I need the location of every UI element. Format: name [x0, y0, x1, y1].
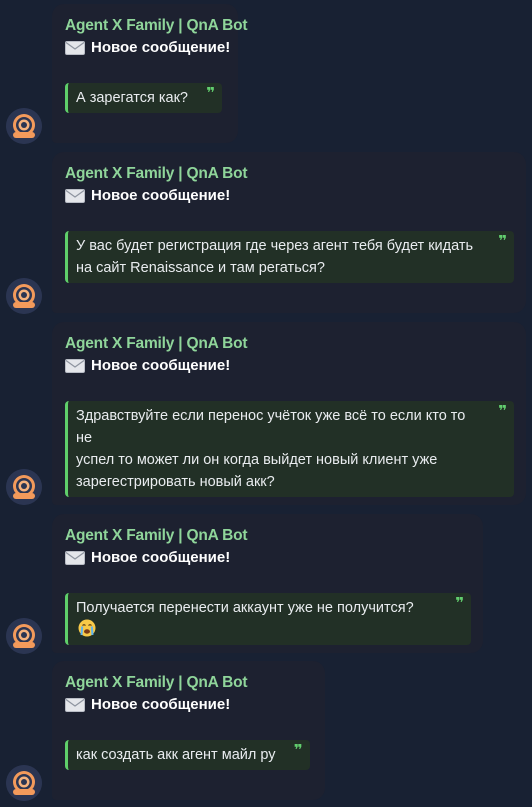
- sender-name[interactable]: Agent X Family | QnA Bot: [65, 15, 248, 36]
- quote-line: Здравствуйте если перенос учёток уже всё…: [76, 408, 466, 446]
- quote-line: на сайт Renaissance и там регаться?: [76, 260, 325, 276]
- quote-mark-icon: ❞: [498, 403, 507, 420]
- quote-line: зарегестрировать новый акк?: [76, 474, 275, 490]
- message-bubble[interactable]: Agent X Family | QnA Bot Новое сообщение…: [52, 661, 325, 800]
- quote-line: успел то может ли он когда выйдет новый …: [76, 452, 438, 468]
- message-header: Новое сообщение!: [65, 547, 471, 568]
- message-bubble[interactable]: Agent X Family | QnA Bot Новое сообщение…: [52, 4, 248, 143]
- quote-text: А зарегатся как?: [76, 90, 188, 106]
- bot-avatar-icon[interactable]: [6, 618, 42, 654]
- envelope-icon: [65, 697, 85, 712]
- quote-line: У вас будет регистрация где через агент …: [76, 238, 474, 254]
- quote-mark-icon: ❞: [498, 233, 507, 250]
- quote-text: как создать акк агент майл ру: [76, 747, 276, 763]
- envelope-icon: [65, 188, 85, 203]
- loudly-crying-face-emoji: [78, 619, 96, 637]
- message-bubble[interactable]: Agent X Family | QnA Bot Новое сообщение…: [52, 322, 526, 505]
- reply-quote[interactable]: А зарегатся как? ❞: [65, 83, 222, 113]
- sender-name[interactable]: Agent X Family | QnA Bot: [65, 163, 514, 184]
- header-text: Новое сообщение!: [91, 357, 231, 374]
- quote-mark-icon: ❞: [455, 595, 464, 612]
- message-header: Новое сообщение!: [65, 355, 514, 376]
- message-header: Новое сообщение!: [65, 37, 230, 58]
- reply-quote[interactable]: Получается перенести аккаунт уже не полу…: [65, 593, 471, 645]
- sender-name[interactable]: Agent X Family | QnA Bot: [65, 525, 471, 546]
- message-header: Новое сообщение!: [65, 694, 313, 715]
- header-text: Новое сообщение!: [91, 549, 231, 566]
- bot-avatar-icon[interactable]: [6, 469, 42, 505]
- bot-avatar-icon[interactable]: [6, 278, 42, 314]
- reply-quote[interactable]: Здравствуйте если перенос учёток уже всё…: [65, 401, 514, 497]
- message-header: Новое сообщение!: [65, 185, 514, 206]
- envelope-icon: [65, 550, 85, 565]
- sender-name[interactable]: Agent X Family | QnA Bot: [65, 672, 313, 693]
- reply-quote[interactable]: как создать акк агент майл ру ❞: [65, 740, 310, 770]
- header-text: Новое сообщение!: [91, 187, 231, 204]
- quote-mark-icon: ❞: [206, 85, 215, 102]
- reply-quote[interactable]: У вас будет регистрация где через агент …: [65, 231, 514, 283]
- message-bubble[interactable]: Agent X Family | QnA Bot Новое сообщение…: [52, 514, 483, 653]
- envelope-icon: [65, 40, 85, 55]
- header-text: Новое сообщение!: [91, 39, 231, 56]
- sender-name[interactable]: Agent X Family | QnA Bot: [65, 333, 514, 354]
- quote-mark-icon: ❞: [293, 742, 303, 759]
- quote-text: Получается перенести аккаунт уже не полу…: [76, 600, 414, 616]
- header-text: Новое сообщение!: [91, 696, 231, 713]
- envelope-icon: [65, 358, 85, 373]
- bot-avatar-icon[interactable]: [6, 765, 42, 801]
- message-bubble[interactable]: Agent X Family | QnA Bot Новое сообщение…: [52, 152, 526, 313]
- bot-avatar-icon[interactable]: [6, 108, 42, 144]
